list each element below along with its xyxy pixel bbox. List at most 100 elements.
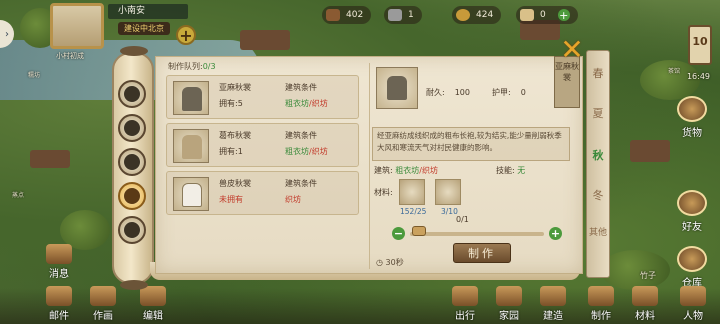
close-icon[interactable]: ✕ [560,36,584,64]
season-tab-autumn[interactable]: 秋 [589,143,607,169]
building-missing: /织坊 [419,166,438,175]
season-tab-spring[interactable]: 春 [589,61,607,87]
req-building-missing: /织坊 [309,147,328,156]
resource-coin[interactable]: 424 [452,6,502,24]
thread-icon[interactable] [435,179,461,205]
add-resource-button[interactable]: + [557,9,570,21]
item-name: 亚麻秋裳 [219,83,251,92]
skill-value: 无 [517,166,526,175]
armor-label: 护甲: [492,88,511,97]
decrease-button[interactable]: − [392,227,405,240]
tree [600,250,670,290]
category-tab-hat[interactable] [118,114,146,142]
coin-icon [456,9,470,21]
craft-time: ◷ 30秒 [376,258,404,267]
quantity-slider[interactable]: − + [392,226,562,241]
robe-icon [182,87,202,111]
bottom-label: 建造 [543,311,563,322]
quantity-value: 0/1 [456,215,469,224]
village-name[interactable]: 小南安 [108,4,188,19]
resource-stone[interactable]: 1 [384,6,422,24]
day-calendar[interactable]: 10 [688,25,712,65]
house-roof [30,150,70,168]
craft-item[interactable]: 亚麻秋裳 拥有:5 建筑条件 粗衣坊/织坊 [166,75,359,119]
detail-thumb [376,67,418,109]
category-tab-outerwear[interactable] [118,80,146,108]
item-req-label: 建筑条件 [285,83,317,92]
item-req-label: 建筑条件 [285,131,317,140]
bottom-edit-button[interactable]: 编辑 [140,286,166,322]
map-label: 竹子 [640,271,656,280]
village-status[interactable]: 建设中北京 [118,22,170,35]
req-building-missing: 织坊 [285,195,301,204]
side-goods-button[interactable]: 货物 [672,96,712,139]
item-owned: 拥有:5 [219,99,243,108]
craft-item[interactable]: 兽皮秋裳 未拥有 建筑条件 织坊 [166,171,359,215]
bottom-label: 制作 [591,311,611,322]
materials-icon [632,286,658,306]
armor: 护甲: 0 [492,87,526,98]
season-tabs: 春 夏 秋 冬 其他 [586,50,610,278]
category-tab-mask[interactable] [118,216,146,244]
season-tab-summer[interactable]: 夏 [589,101,607,127]
stone-icon [388,9,402,21]
village-avatar[interactable] [50,3,104,49]
bottom-label: 作画 [93,311,113,322]
side-friends-button[interactable]: 好友 [672,190,712,233]
item-thumb [173,177,209,211]
bottom-craft-button[interactable]: 制作 [588,286,614,322]
bottom-materials-button[interactable]: 材料 [632,286,658,322]
make-button[interactable]: 制作 [453,243,511,263]
skill-label: 技能: [496,166,515,175]
resource-scroll[interactable]: 0 + [516,6,578,24]
craft-item[interactable]: 葛布秋裳 拥有:1 建筑条件 粗衣坊/织坊 [166,123,359,167]
character-icon [680,286,706,306]
bottom-paint-button[interactable]: 作画 [90,286,116,322]
map-label[interactable]: 蒸点 [12,190,24,199]
home-icon [496,286,522,306]
materials-label: 材料: [374,188,393,197]
robe-icon [182,135,202,159]
craft-time-value: 30秒 [385,258,404,267]
bottom-mail-button[interactable]: 邮件 [46,286,72,322]
resource-value: 0 [540,10,546,20]
village-title: 小村初成 [56,52,84,60]
bottom-build-button[interactable]: 建造 [540,286,566,322]
house-roof [630,140,670,162]
item-name: 兽皮秋裳 [219,179,251,188]
season-tab-winter[interactable]: 冬 [589,183,607,209]
paint-icon [90,286,116,306]
slider-handle[interactable] [412,226,426,236]
warehouse-icon [677,246,707,272]
durability: 耐久: 100 [426,87,470,98]
map-label[interactable]: 茶馆 [668,66,680,75]
bottom-label: 消息 [49,269,69,280]
map-label[interactable]: 糯坊 [28,70,40,79]
crafting-panel: 制作队列:0/3 亚麻秋裳 拥有:5 建筑条件 粗衣坊/织坊 葛布秋裳 拥有:1… [155,56,583,274]
durability-value: 100 [454,88,470,97]
craft-icon [588,286,614,306]
bottom-message-button[interactable]: 消息 [46,244,72,280]
bottom-label: 材料 [635,311,655,322]
item-req-value: 粗衣坊/织坊 [285,98,328,109]
season-tab-other[interactable]: 其他 [589,227,607,253]
item-description: 经亚麻纺成线织成的粗布长袍,较为结实,能少量削弱秋季大风和寒流天气对村民健康的影… [372,127,570,161]
resource-value: 402 [346,10,364,20]
category-tab-seasonal[interactable] [118,182,146,210]
divider [369,63,370,269]
side-warehouse-button[interactable]: 仓库 [672,246,712,289]
increase-button[interactable]: + [549,227,562,240]
bottom-home-button[interactable]: 家园 [496,286,522,322]
category-tab-accessory[interactable] [118,148,146,176]
flax-icon[interactable] [399,179,425,205]
bottom-label: 人物 [683,311,703,322]
bottom-character-button[interactable]: 人物 [680,286,706,322]
bottom-travel-button[interactable]: 出行 [452,286,478,322]
robe-icon [387,76,407,100]
add-button[interactable]: + [176,25,196,45]
resource-wood[interactable]: 402 [322,6,372,24]
goods-icon [677,96,707,122]
side-label: 好友 [682,222,702,233]
slider-track[interactable] [410,232,544,236]
side-label: 货物 [682,128,702,139]
